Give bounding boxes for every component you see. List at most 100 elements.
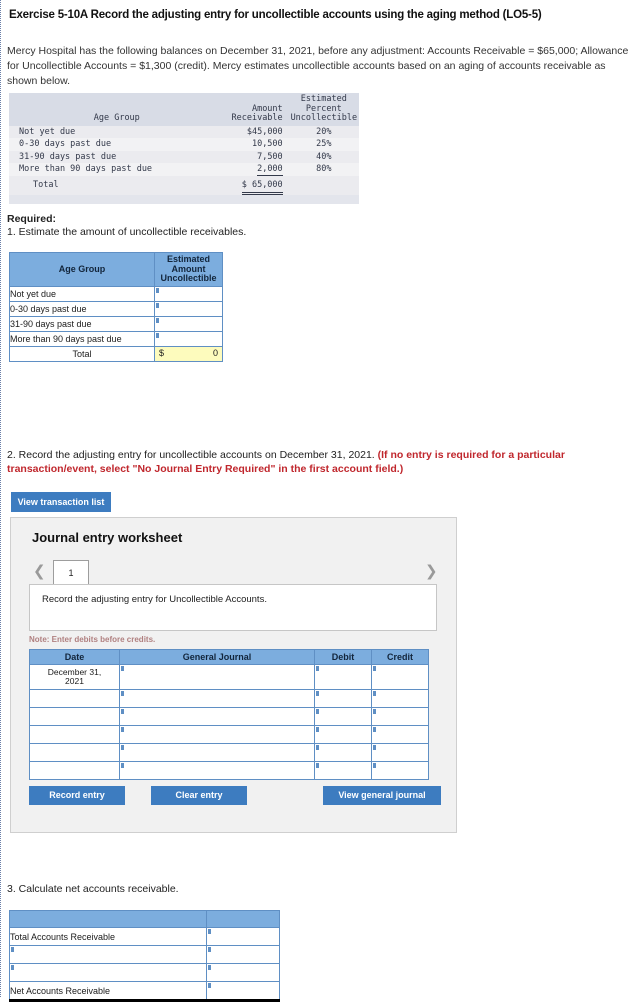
journal-credit-input[interactable] [371,743,429,762]
record-entry-button[interactable]: Record entry [29,786,125,805]
net-table-header-row [9,910,280,928]
estimate-uncollectible-table: Age Group Estimated Amount Uncollectible… [9,252,223,362]
journal-debit-input[interactable] [314,707,372,726]
page-title: Exercise 5-10A Record the adjusting entr… [9,9,542,21]
aging-total-label: Total [9,175,198,195]
table-row: 31-90 days past due 7,500 40% [9,150,359,163]
estimate-total-amount: 0 [212,347,218,358]
estimate-header-estimated-amount: Estimated Amount Uncollectible [154,252,223,287]
aging-row-amount: 10,500 [197,138,289,151]
worksheet-tab-1[interactable]: 1 [53,560,89,586]
aging-footer-cell [9,195,198,204]
table-row [9,945,280,964]
journal-account-input[interactable] [119,761,315,780]
journal-header-debit: Debit [314,649,372,665]
aging-row-label: More than 90 days past due [9,163,198,176]
aging-header-amount-receivable: Amount Receivable [197,93,289,126]
net-header-label [9,910,207,928]
required-item-2: 2. Record the adjusting entry for uncoll… [7,448,633,476]
estimate-total-currency-symbol: $ [159,347,165,358]
journal-debit-input[interactable] [314,743,372,762]
net-header-value [206,910,280,928]
net-row-input[interactable] [206,927,280,946]
aging-total-amount-value: $ 65,000 [241,179,283,195]
journal-debit-input[interactable] [314,689,372,708]
clear-entry-button[interactable]: Clear entry [151,786,247,805]
table-row: December 31, 2021 [29,664,429,690]
journal-row-date [29,707,120,726]
journal-debit-input[interactable] [314,725,372,744]
journal-account-input[interactable] [119,664,315,690]
journal-account-input[interactable] [119,725,315,744]
aging-header-age-group: Age Group [9,93,198,126]
net-row-label-input[interactable] [9,945,207,964]
table-row: Net Accounts Receivable [9,981,280,1002]
required-item-1: 1. Estimate the amount of uncollectible … [7,226,247,238]
estimate-table-header-row: Age Group Estimated Amount Uncollectible [9,252,223,287]
journal-debit-input[interactable] [314,761,372,780]
estimate-row-label: Not yet due [9,285,155,302]
chevron-left-icon[interactable]: ❮ [33,563,46,579]
aging-row-percent: 80% [288,163,359,176]
aging-row-amount: 2,000 [197,163,289,176]
estimate-row-input[interactable] [154,315,223,332]
journal-header-credit: Credit [371,649,429,665]
net-row-input[interactable] [206,981,280,1002]
aging-row-amount: $45,000 [197,125,289,138]
net-accounts-receivable-table: Total Accounts Receivable Net Accounts R… [9,910,280,1002]
estimate-header-age-group: Age Group [9,252,155,287]
aging-row-label: Not yet due [9,125,198,138]
worksheet-pager: ❮ 1 ❯ [29,560,439,586]
net-row-input[interactable] [206,945,280,964]
aging-row-percent: 40% [288,150,359,163]
worksheet-note: Note: Enter debits before credits. [29,635,156,644]
estimate-row-input[interactable] [154,330,223,347]
journal-account-input[interactable] [119,707,315,726]
journal-credit-input[interactable] [371,707,429,726]
table-row: Total Accounts Receivable [9,927,280,946]
view-transaction-list-button[interactable]: View transaction list [11,492,111,512]
table-row [29,725,429,744]
table-row [29,707,429,726]
journal-account-input[interactable] [119,743,315,762]
view-general-journal-button[interactable]: View general journal [323,786,441,805]
estimate-total-label: Total [9,345,155,362]
journal-row-date [29,761,120,780]
required-item-2-black: 2. Record the adjusting entry for uncoll… [7,449,378,461]
journal-account-input[interactable] [119,689,315,708]
estimate-row-label: 0-30 days past due [9,300,155,317]
estimate-row-label: 31-90 days past due [9,315,155,332]
journal-row-date [29,689,120,708]
aging-total-percent-empty [288,175,359,195]
journal-credit-input[interactable] [371,664,429,690]
exercise-page: Exercise 5-10A Record the adjusting entr… [0,0,638,1002]
table-row: More than 90 days past due [9,330,223,347]
journal-credit-input[interactable] [371,725,429,744]
net-row-label-input[interactable] [9,963,207,982]
journal-credit-input[interactable] [371,761,429,780]
required-label: Required: [7,213,57,225]
aging-row-percent: 25% [288,138,359,151]
aging-row-amount-value: 2,000 [257,164,283,176]
worksheet-description: Record the adjusting entry for Uncollect… [29,584,437,631]
table-row: 31-90 days past due [9,315,223,332]
net-row-input[interactable] [206,963,280,982]
journal-row-date: December 31, 2021 [29,664,120,690]
estimate-row-input[interactable] [154,285,223,302]
estimate-row-input[interactable] [154,300,223,317]
aging-row-percent: 20% [288,125,359,138]
journal-date-line2: 2021 [65,676,84,686]
aging-data-table: Age Group Amount Receivable Estimated Pe… [9,93,359,204]
estimate-header-line3: Uncollectible [160,273,217,283]
aging-row-label: 31-90 days past due [9,150,198,163]
journal-debit-input[interactable] [314,664,372,690]
required-item-3: 3. Calculate net accounts receivable. [7,883,179,895]
journal-row-date [29,743,120,762]
journal-credit-input[interactable] [371,689,429,708]
journal-entry-worksheet-panel: Journal entry worksheet ❮ 1 ❯ Record the… [10,517,457,833]
aging-row-amount: 7,500 [197,150,289,163]
journal-table-header-row: Date General Journal Debit Credit [29,649,429,665]
table-row [29,743,429,762]
aging-row-label: 0-30 days past due [9,138,198,151]
chevron-right-icon[interactable]: ❯ [425,563,438,579]
